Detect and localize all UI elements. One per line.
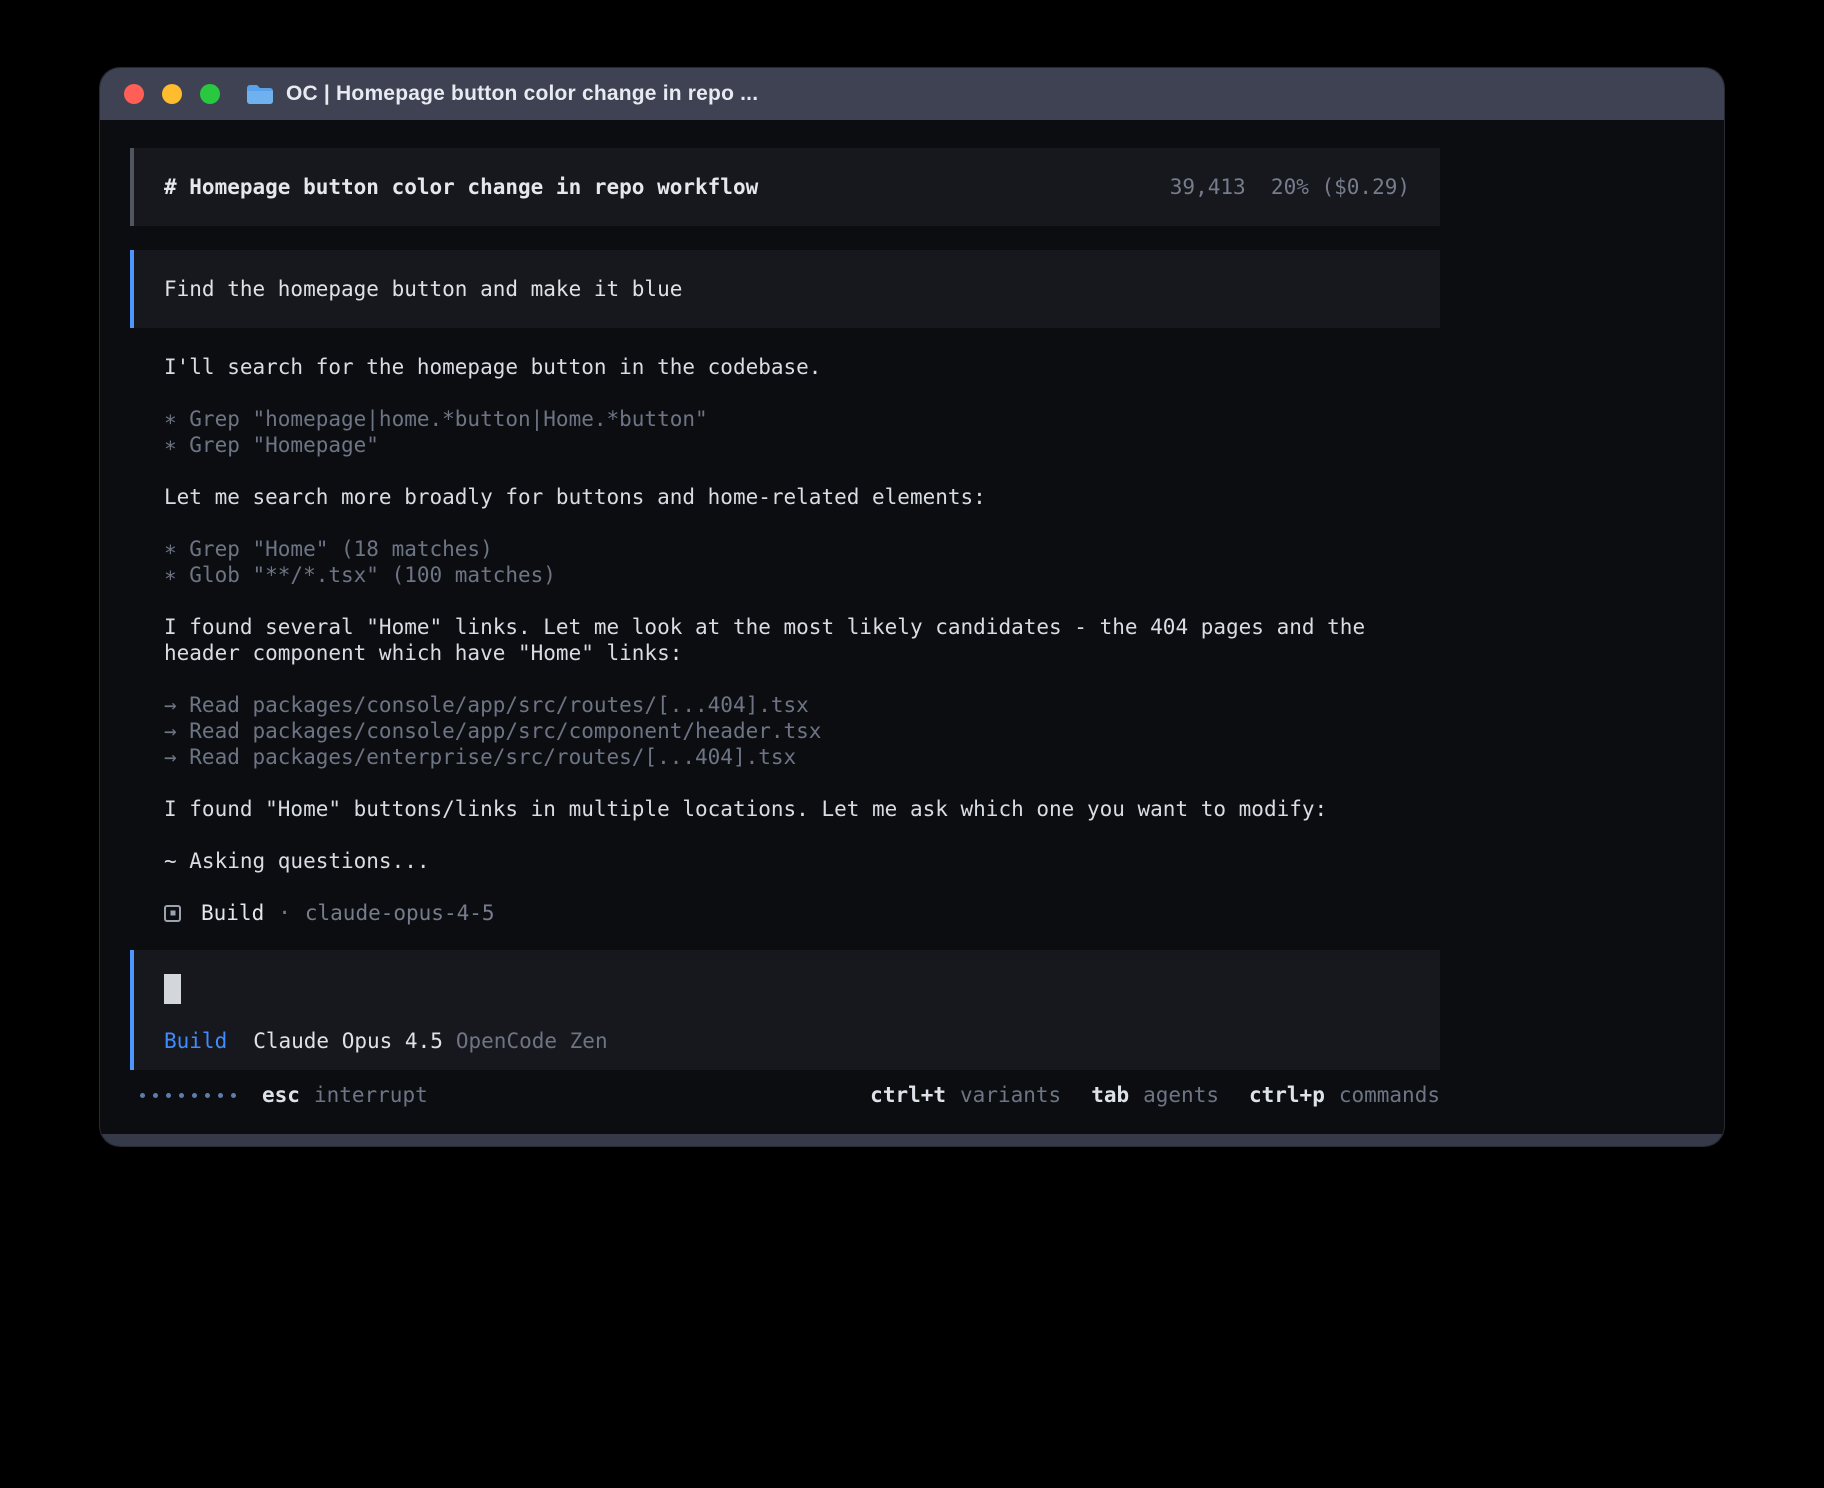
- window-bottom-edge: [100, 1134, 1724, 1146]
- status-bar: esc interrupt ctrl+t variants tab agents…: [130, 1082, 1440, 1108]
- message-group: Let me search more broadly for buttons a…: [164, 484, 1406, 510]
- ctrl-p-key: ctrl+p: [1249, 1082, 1325, 1108]
- message-group: I found "Home" buttons/links in multiple…: [164, 796, 1406, 822]
- esc-key-label: interrupt: [314, 1082, 428, 1108]
- session-title: # Homepage button color change in repo w…: [164, 174, 758, 200]
- message-group: ∗ Grep "homepage|home.*button|Home.*butt…: [164, 406, 1406, 458]
- session-header: # Homepage button color change in repo w…: [130, 148, 1440, 226]
- tool-call-line: → Read packages/console/app/src/routes/[…: [164, 692, 1406, 718]
- input-provider-label: OpenCode Zen: [456, 1028, 608, 1054]
- input-model-label[interactable]: Claude Opus 4.5: [253, 1028, 443, 1054]
- tab-label: agents: [1143, 1082, 1219, 1108]
- agent-name: Build: [201, 900, 264, 926]
- input-mode-label[interactable]: Build: [164, 1028, 227, 1054]
- close-button[interactable]: [124, 84, 144, 104]
- hint-agents: tab agents: [1091, 1082, 1219, 1108]
- user-message-text: Find the homepage button and make it blu…: [164, 277, 682, 301]
- status-line: ~ Asking questions...: [164, 848, 1406, 874]
- terminal-content: # Homepage button color change in repo w…: [100, 120, 1724, 1108]
- terminal-window: OC | Homepage button color change in rep…: [100, 68, 1724, 1146]
- titlebar-title-group: OC | Homepage button color change in rep…: [246, 82, 758, 106]
- tab-key: tab: [1091, 1082, 1129, 1108]
- minimize-button[interactable]: [162, 84, 182, 104]
- window-titlebar[interactable]: OC | Homepage button color change in rep…: [100, 68, 1724, 120]
- status-bar-right: ctrl+t variants tab agents ctrl+p comman…: [870, 1082, 1440, 1108]
- tool-call-line: ∗ Grep "Homepage": [164, 432, 1406, 458]
- tool-call-line: ∗ Grep "homepage|home.*button|Home.*butt…: [164, 406, 1406, 432]
- assistant-transcript: I'll search for the homepage button in t…: [130, 354, 1440, 874]
- window-title: OC | Homepage button color change in rep…: [286, 82, 758, 106]
- text-cursor: [164, 974, 181, 1004]
- agent-model: claude-opus-4-5: [305, 900, 495, 926]
- assistant-message-line: I'll search for the homepage button in t…: [164, 354, 1406, 380]
- message-group: I'll search for the homepage button in t…: [164, 354, 1406, 380]
- assistant-message-line: Let me search more broadly for buttons a…: [164, 484, 1406, 510]
- message-group: → Read packages/console/app/src/routes/[…: [164, 692, 1406, 770]
- ctrl-t-label: variants: [960, 1082, 1061, 1108]
- user-message: Find the homepage button and make it blu…: [130, 250, 1440, 328]
- folder-icon: [246, 83, 274, 105]
- ctrl-p-label: commands: [1339, 1082, 1440, 1108]
- input-meta-row: Build Claude Opus 4.5 OpenCode Zen: [164, 1028, 1410, 1054]
- message-group: ∗ Grep "Home" (18 matches) ∗ Glob "**/*.…: [164, 536, 1406, 588]
- tool-call-line: → Read packages/console/app/src/componen…: [164, 718, 1406, 744]
- tool-call-line: → Read packages/enterprise/src/routes/[.…: [164, 744, 1406, 770]
- hint-variants: ctrl+t variants: [870, 1082, 1061, 1108]
- agent-separator: ·: [278, 900, 291, 926]
- status-bar-left: esc interrupt: [140, 1082, 428, 1108]
- traffic-lights: [124, 84, 220, 104]
- tool-call-line: ∗ Glob "**/*.tsx" (100 matches): [164, 562, 1406, 588]
- zoom-button[interactable]: [200, 84, 220, 104]
- prompt-input[interactable]: Build Claude Opus 4.5 OpenCode Zen: [130, 950, 1440, 1070]
- hint-commands: ctrl+p commands: [1249, 1082, 1440, 1108]
- assistant-message-line: I found several "Home" links. Let me loo…: [164, 614, 1406, 666]
- assistant-message-line: I found "Home" buttons/links in multiple…: [164, 796, 1406, 822]
- spinner-dots: [140, 1093, 236, 1098]
- build-agent-icon: [164, 905, 181, 922]
- message-group: I found several "Home" links. Let me loo…: [164, 614, 1406, 666]
- agent-status-row: Build · claude-opus-4-5: [164, 900, 1724, 926]
- tool-call-line: ∗ Grep "Home" (18 matches): [164, 536, 1406, 562]
- esc-key-hint: esc: [262, 1082, 300, 1108]
- message-group: ~ Asking questions...: [164, 848, 1406, 874]
- session-stats: 39,413 20% ($0.29): [1170, 174, 1410, 200]
- ctrl-t-key: ctrl+t: [870, 1082, 946, 1108]
